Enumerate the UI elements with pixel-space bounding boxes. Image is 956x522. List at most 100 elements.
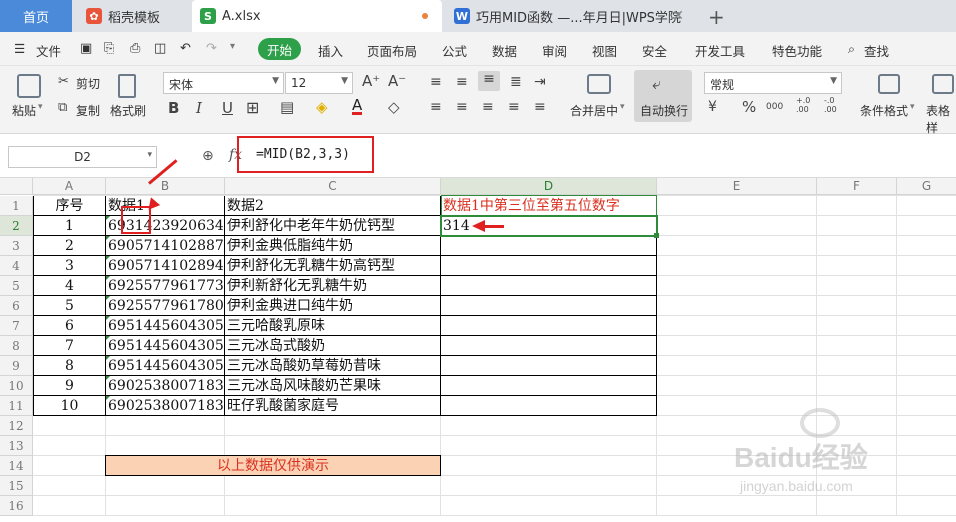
row-header-5[interactable]: 5: [0, 276, 33, 296]
align-bottom-icon[interactable]: ≡: [478, 71, 500, 91]
copy-button[interactable]: 复制: [76, 102, 100, 119]
export-icon[interactable]: ⎘: [104, 41, 114, 56]
name-box[interactable]: D2 ▾: [8, 146, 157, 168]
error-indicator-icon[interactable]: [106, 336, 110, 340]
align-center-icon[interactable]: ≡: [456, 99, 468, 115]
menu-developer[interactable]: 开发工具: [695, 41, 745, 60]
row-header-10[interactable]: 10: [0, 376, 33, 396]
row-header-13[interactable]: 13: [0, 436, 33, 456]
save-icon[interactable]: ▣: [80, 41, 92, 56]
row-header-14[interactable]: 14: [0, 456, 33, 476]
menu-page-layout[interactable]: 页面布局: [367, 41, 417, 60]
fill-handle[interactable]: [654, 233, 659, 238]
menu-formula[interactable]: 公式: [442, 41, 467, 60]
align-left-icon[interactable]: ≡: [430, 99, 442, 115]
wrap-line-icon[interactable]: ≣: [510, 74, 522, 90]
justify-icon[interactable]: ≡: [508, 99, 520, 115]
column-header-d[interactable]: D: [441, 178, 657, 195]
border-icon[interactable]: ⊞: [246, 98, 259, 117]
copy-icon[interactable]: ⧉: [58, 100, 67, 115]
print-icon[interactable]: ⎙: [130, 41, 140, 56]
align-top-icon[interactable]: ≡: [430, 74, 442, 90]
column-header-g[interactable]: G: [897, 178, 956, 195]
error-indicator-icon[interactable]: [106, 236, 110, 240]
row-header-16[interactable]: 16: [0, 496, 33, 516]
format-painter-button[interactable]: 格式刷: [110, 102, 146, 119]
error-indicator-icon[interactable]: [106, 296, 110, 300]
font-shrink-icon[interactable]: A⁻: [388, 72, 406, 90]
indent-icon[interactable]: ⇥: [534, 74, 546, 90]
column-header-e[interactable]: E: [657, 178, 817, 195]
chevron-down-icon[interactable]: ▾: [910, 102, 915, 112]
close-icon[interactable]: ✕: [672, 8, 684, 24]
number-format-select[interactable]: 常规 ▼: [704, 72, 842, 94]
row-header-4[interactable]: 4: [0, 256, 33, 276]
currency-icon[interactable]: ¥: [708, 99, 717, 115]
increase-decimal-icon[interactable]: +.0 .00: [796, 96, 816, 114]
redo-icon[interactable]: ↷: [206, 41, 217, 56]
row-header-7[interactable]: 7: [0, 316, 33, 336]
bold-icon[interactable]: B: [168, 99, 179, 117]
paste-button[interactable]: 粘贴: [12, 102, 36, 119]
table-style-icon[interactable]: [932, 74, 954, 94]
menu-review[interactable]: 审阅: [542, 41, 567, 60]
chevron-down-icon[interactable]: ▾: [620, 102, 625, 112]
align-middle-icon[interactable]: ≡: [456, 74, 468, 90]
menu-features[interactable]: 特色功能: [772, 41, 822, 60]
column-header-f[interactable]: F: [817, 178, 897, 195]
table-style-button[interactable]: 表格样: [926, 102, 956, 136]
row-header-12[interactable]: 12: [0, 416, 33, 436]
decrease-decimal-icon[interactable]: -.0 .00: [824, 96, 844, 114]
font-family-select[interactable]: 宋体 ▼: [163, 72, 284, 94]
column-header-c[interactable]: C: [225, 178, 441, 195]
merge-center-button[interactable]: 合并居中: [570, 102, 618, 119]
cut-button[interactable]: 剪切: [76, 75, 100, 92]
hamburger-icon[interactable]: ☰: [14, 41, 25, 56]
chevron-down-icon[interactable]: ▾: [38, 102, 43, 112]
menu-security[interactable]: 安全: [642, 41, 667, 60]
undo-icon[interactable]: ↶: [180, 41, 191, 56]
conditional-format-button[interactable]: 条件格式: [860, 102, 908, 119]
column-header-b[interactable]: B: [106, 178, 225, 195]
error-indicator-icon[interactable]: [106, 216, 110, 220]
zoom-icon[interactable]: ⊕: [202, 148, 214, 164]
menu-data[interactable]: 数据: [492, 41, 517, 60]
chevron-down-icon[interactable]: ▾: [230, 41, 235, 52]
align-right-icon[interactable]: ≡: [482, 99, 494, 115]
tab-wps[interactable]: W 巧用MID函数 —...年月日|WPS学院 ✕: [446, 0, 696, 32]
error-indicator-icon[interactable]: [106, 256, 110, 260]
percent-icon[interactable]: %: [742, 98, 756, 116]
row-header-11[interactable]: 11: [0, 396, 33, 416]
font-color-icon[interactable]: A: [352, 98, 363, 115]
font-size-select[interactable]: 12 ▼: [285, 72, 353, 94]
row-header-1[interactable]: 1: [0, 196, 33, 216]
tab-file[interactable]: S A.xlsx: [192, 0, 442, 32]
conditional-format-icon[interactable]: [878, 74, 900, 94]
error-indicator-icon[interactable]: [106, 316, 110, 320]
menu-start[interactable]: 开始: [258, 38, 301, 60]
paste-icon[interactable]: [17, 74, 41, 98]
column-header-a[interactable]: A: [33, 178, 106, 195]
merge-icon[interactable]: [587, 74, 611, 94]
error-indicator-icon[interactable]: [106, 276, 110, 280]
format-painter-icon[interactable]: [118, 74, 136, 98]
error-indicator-icon[interactable]: [106, 396, 110, 400]
italic-icon[interactable]: I: [196, 99, 202, 117]
row-header-9[interactable]: 9: [0, 356, 33, 376]
cell-style-icon[interactable]: ▤: [280, 98, 294, 116]
new-tab-button[interactable]: +: [708, 5, 725, 29]
preview-icon[interactable]: ◫: [154, 41, 166, 56]
scissors-icon[interactable]: ✂: [58, 74, 69, 89]
select-all-corner[interactable]: [0, 178, 33, 195]
distribute-icon[interactable]: ≡: [534, 99, 546, 115]
fill-color-icon[interactable]: ◈: [316, 98, 328, 116]
row-header-15[interactable]: 15: [0, 476, 33, 496]
error-indicator-icon[interactable]: [106, 356, 110, 360]
underline-icon[interactable]: U: [222, 99, 233, 117]
menu-file[interactable]: 文件: [36, 41, 61, 60]
unsaved-dot-icon[interactable]: [422, 13, 428, 19]
menu-search[interactable]: 查找: [864, 41, 889, 60]
row-header-6[interactable]: 6: [0, 296, 33, 316]
tab-home[interactable]: 首页: [0, 0, 72, 32]
thousands-icon[interactable]: 000: [766, 102, 783, 112]
